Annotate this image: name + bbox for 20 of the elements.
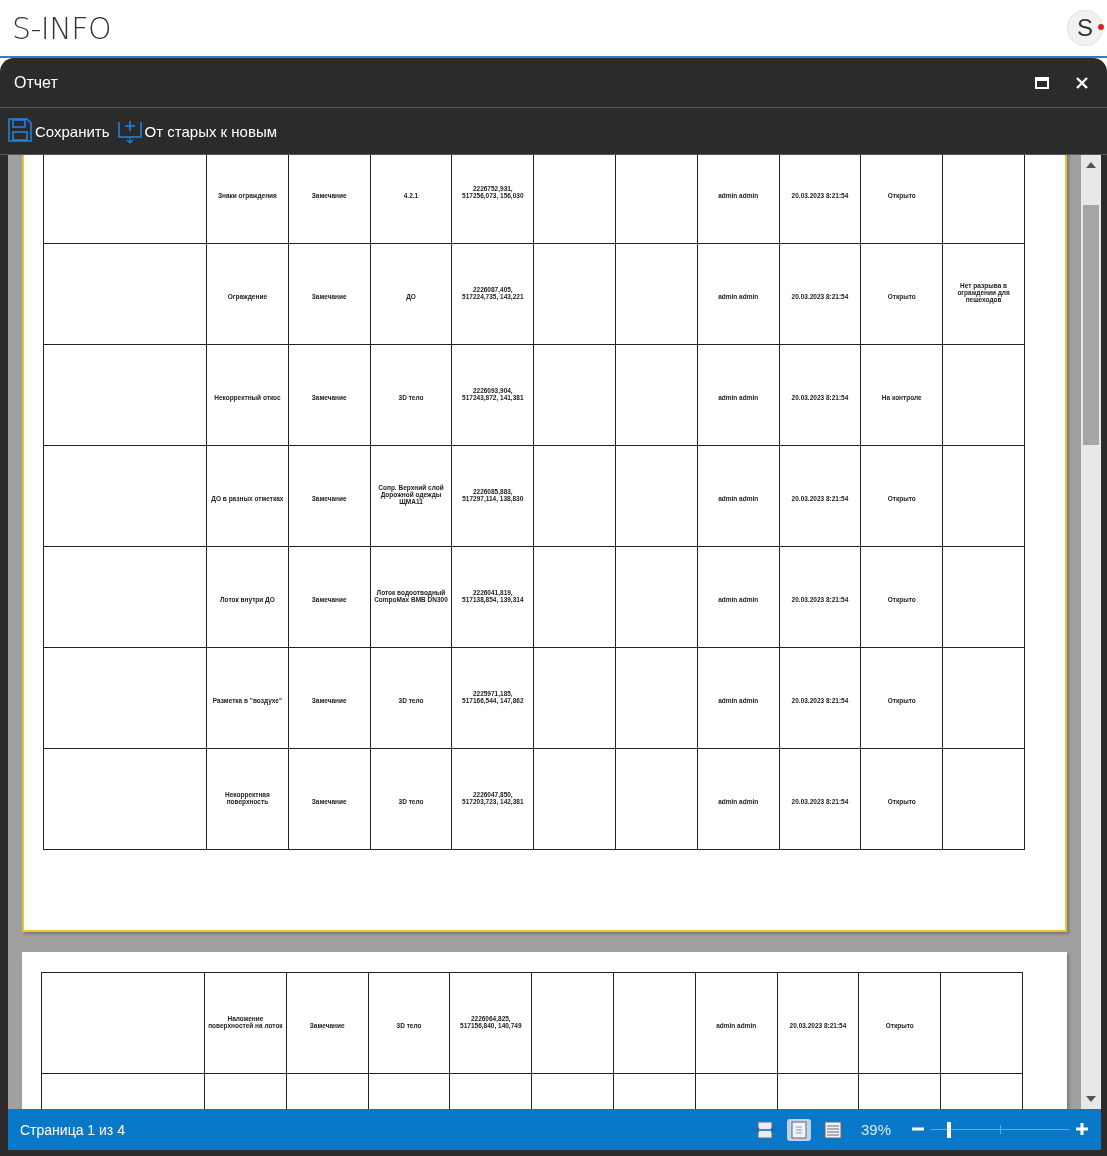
plus-icon bbox=[1076, 1123, 1088, 1135]
close-icon bbox=[1075, 75, 1089, 90]
maximize-icon bbox=[1035, 76, 1049, 89]
zoom-slider[interactable] bbox=[931, 1119, 1069, 1140]
zoom-level: 39% bbox=[860, 1121, 891, 1138]
single-page-icon bbox=[788, 1119, 809, 1140]
scroll-thumb[interactable] bbox=[1083, 205, 1099, 445]
scrollbar[interactable] bbox=[1081, 155, 1101, 1109]
notification-dot bbox=[1098, 24, 1104, 30]
slider-thumb[interactable] bbox=[946, 1121, 951, 1138]
save-button[interactable]: Сохранить bbox=[6, 116, 112, 146]
user-avatar[interactable]: S bbox=[1067, 10, 1103, 46]
sort-button[interactable]: От старых к новым bbox=[115, 116, 279, 146]
sort-icon bbox=[117, 118, 142, 144]
continuous-page-icon bbox=[822, 1119, 843, 1140]
fit-width-icon bbox=[754, 1119, 775, 1140]
page-indicator: Страница 1 из 4 bbox=[20, 1121, 126, 1138]
app-title: S-INFO bbox=[12, 10, 112, 46]
view-mode-button[interactable] bbox=[786, 1118, 811, 1141]
window-title: Отчет bbox=[14, 73, 59, 92]
